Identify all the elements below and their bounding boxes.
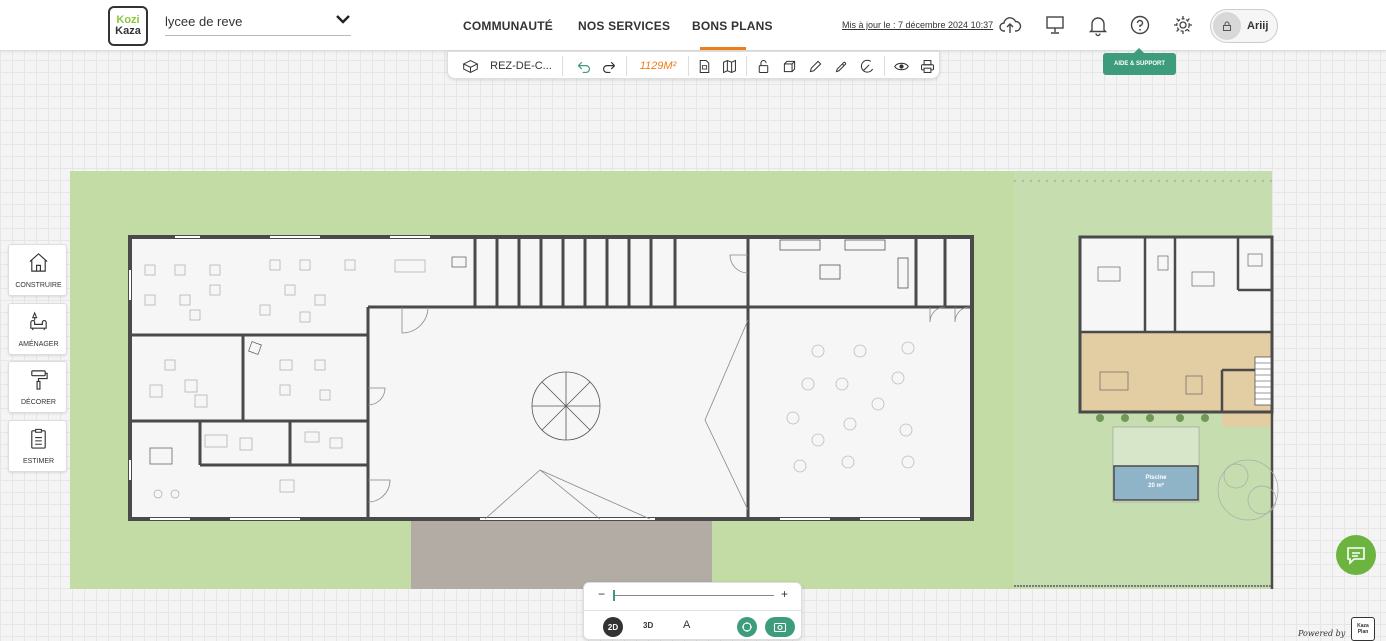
- main-building: [128, 235, 974, 521]
- gear-icon[interactable]: [1171, 13, 1195, 37]
- driveway: [411, 519, 712, 589]
- center-view-button[interactable]: [737, 617, 757, 637]
- pool-label: Piscine 20 m²: [1114, 474, 1198, 490]
- nav-deals[interactable]: BONS PLANS: [692, 19, 773, 33]
- pool-name: Piscine: [1145, 475, 1167, 481]
- box-3d-icon[interactable]: [778, 56, 800, 76]
- sidebar-item-amenager[interactable]: AMÉNAGER: [8, 303, 67, 355]
- measure-icon[interactable]: [856, 56, 878, 76]
- toolbar-separator: [688, 56, 689, 76]
- sidebar-item-label: DÉCORER: [20, 399, 56, 406]
- zoom-slider-track[interactable]: [614, 595, 774, 596]
- top-header: Kozi Kaza lycee de reve COMMUNAUTÉ NOS S…: [0, 0, 1386, 51]
- sidebar-item-estimer[interactable]: ESTIMER: [8, 420, 67, 472]
- kazaplan-logo[interactable]: Kaza Plan: [1351, 617, 1375, 641]
- sofa-lamp-icon: [30, 311, 47, 331]
- print-icon[interactable]: [916, 56, 938, 76]
- floor-select[interactable]: REZ-DE-C...: [490, 56, 552, 76]
- sidebar-item-decorer[interactable]: DÉCORER: [8, 361, 67, 413]
- nav-active-indicator: [700, 47, 746, 50]
- cloud-upload-icon[interactable]: [998, 13, 1022, 37]
- house-icon: [29, 253, 48, 272]
- view-3d-button[interactable]: 3D: [643, 621, 653, 630]
- zoom-in-button[interactable]: +: [781, 587, 788, 601]
- screenshot-button[interactable]: [765, 617, 795, 637]
- floor-plan-canvas: [70, 171, 1279, 589]
- paint-roller-icon: [31, 370, 48, 390]
- unlock-icon[interactable]: [752, 56, 774, 76]
- project-select[interactable]: lycee de reve: [165, 14, 351, 36]
- pencil-icon[interactable]: [804, 56, 826, 76]
- zoom-out-button[interactable]: −: [598, 587, 605, 601]
- help-icon[interactable]: [1128, 13, 1152, 37]
- powered-by-text: Powered by: [1298, 629, 1346, 638]
- avatar: [1213, 12, 1241, 40]
- nav-community[interactable]: COMMUNAUTÉ: [463, 19, 553, 33]
- sidebar-item-label: CONSTRUIRE: [15, 282, 62, 289]
- area-display[interactable]: 1129M²: [632, 56, 684, 76]
- bell-icon[interactable]: [1086, 13, 1110, 37]
- eye-icon[interactable]: [890, 56, 912, 76]
- annex-building: [1014, 180, 1279, 589]
- help-tooltip: AIDE & SUPPORT: [1103, 48, 1176, 75]
- toolbar-separator: [626, 56, 627, 76]
- sidebar-item-construire[interactable]: CONSTRUIRE: [8, 244, 67, 296]
- map-icon[interactable]: [718, 56, 740, 76]
- chat-button[interactable]: [1336, 535, 1376, 575]
- presentation-icon[interactable]: [1043, 13, 1067, 37]
- project-name: lycee de reve: [165, 14, 243, 29]
- spiral-staircase: [531, 371, 601, 441]
- logo-line-2: Kaza: [115, 25, 141, 37]
- user-menu[interactable]: Ariij: [1210, 9, 1278, 43]
- lawn-right: [1014, 171, 1272, 589]
- clipboard-icon: [31, 428, 46, 449]
- sidebar-item-label: ESTIMER: [22, 458, 55, 465]
- sidebar-item-label: AMÉNAGER: [18, 341, 59, 348]
- camera-icon: [773, 622, 787, 633]
- toolbar-separator: [884, 56, 885, 76]
- toolbar-separator: [562, 56, 563, 76]
- lock-icon: [1223, 21, 1231, 31]
- undo-icon[interactable]: [572, 56, 594, 76]
- plan-toolbar: REZ-DE-C... 1129M²: [447, 51, 940, 79]
- view-controls: − + 2D 3D A: [583, 582, 803, 640]
- lawn-main: [70, 171, 1014, 589]
- eyedropper-icon[interactable]: [830, 56, 852, 76]
- document-icon[interactable]: [693, 56, 715, 76]
- last-updated-link[interactable]: Mis à jour le : 7 décembre 2024 10:37: [842, 20, 993, 30]
- chat-icon: [1347, 547, 1365, 565]
- kozikaza-logo[interactable]: Kozi Kaza: [108, 6, 148, 46]
- pool-area: 20 m²: [1148, 483, 1164, 489]
- text-view-button[interactable]: A: [683, 619, 690, 631]
- view-2d-button[interactable]: 2D: [603, 617, 623, 637]
- toolbar-separator: [746, 56, 747, 76]
- chevron-down-icon: [335, 12, 351, 30]
- zoom-slider-handle[interactable]: [613, 590, 615, 601]
- focus-icon: [742, 622, 752, 632]
- divider: [584, 610, 803, 611]
- redo-icon[interactable]: [598, 56, 620, 76]
- user-name: Ariij: [1247, 20, 1269, 32]
- floor-cube-icon[interactable]: [458, 56, 482, 76]
- nav-services[interactable]: NOS SERVICES: [578, 19, 670, 33]
